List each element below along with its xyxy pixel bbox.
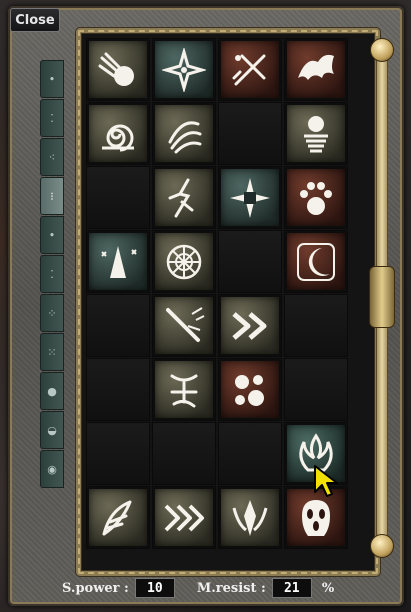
orb-spring-icon[interactable] [285,103,347,164]
skill-slot [218,422,282,485]
skill-slot[interactable] [284,38,348,101]
spower-label: S.power : [62,580,129,596]
skill-slot[interactable] [152,486,216,549]
skill-slot[interactable] [218,38,282,101]
fireball-icon[interactable] [87,39,149,100]
sidebar-tab-7[interactable]: ⁘ [40,294,64,332]
skill-slot[interactable] [218,358,282,421]
skill-slot[interactable] [218,294,282,357]
star-burst-icon[interactable] [219,167,281,228]
mouse-pointer-icon [314,465,338,497]
paw-print-icon[interactable] [285,167,347,228]
spower-value: 10 [134,578,175,598]
sidebar-tab-6[interactable]: ⁚ [40,255,64,293]
skill-slot [86,294,150,357]
sidebar-tab-2[interactable]: ⁚ [40,99,64,137]
skill-slot[interactable] [218,166,282,229]
skill-slot[interactable] [86,102,150,165]
skill-slot[interactable] [152,102,216,165]
skill-slot [152,422,216,485]
spear-strike-icon[interactable] [153,295,215,356]
skill-slot [284,294,348,357]
skill-slot [86,422,150,485]
triple-chevron-icon[interactable] [153,487,215,548]
sidebar-tab-11[interactable]: ◉ [40,450,64,488]
stats-bar: S.power : 10 M.resist : 21 % [62,575,334,601]
mresist-value: 21 [271,578,312,598]
sidebar-tab-5[interactable]: • [40,216,64,254]
skill-slot[interactable] [218,486,282,549]
scroll-down-button[interactable] [370,534,394,558]
sidebar-tab-9[interactable]: ● [40,372,64,410]
skill-slot[interactable] [284,102,348,165]
skill-slot[interactable] [152,358,216,421]
skill-slot[interactable] [152,230,216,293]
skill-slot[interactable] [86,486,150,549]
mage-sparkle-icon[interactable] [87,231,149,292]
skill-grid [86,38,350,558]
blade-emblem-icon[interactable] [219,487,281,548]
skill-slot[interactable] [284,166,348,229]
crescent-moon-icon[interactable] [285,231,347,292]
web-wheel-icon[interactable] [153,231,215,292]
lightning-root-icon[interactable] [153,167,215,228]
skill-slot [284,358,348,421]
bat-wing-icon[interactable] [285,39,347,100]
sidebar-tab-4[interactable]: ⁝ [40,177,64,215]
shuriken-icon[interactable] [153,39,215,100]
scroll-thumb[interactable] [369,266,395,328]
wind-feather-icon[interactable] [87,487,149,548]
rock-debris-icon[interactable] [219,359,281,420]
spiral-shell-icon[interactable] [87,103,149,164]
claw-swirl-icon[interactable] [153,103,215,164]
mresist-unit: % [321,580,335,596]
mresist-label: M.resist : [196,580,266,596]
skill-slot [218,230,282,293]
skill-slot[interactable] [284,230,348,293]
double-chevron-icon[interactable] [219,295,281,356]
skill-slot [86,358,150,421]
scroll-up-button[interactable] [370,38,394,62]
crossed-swords-icon[interactable] [219,39,281,100]
skill-slot [86,166,150,229]
sidebar-tab-1[interactable]: • [40,60,64,98]
skill-slot[interactable] [152,166,216,229]
sidebar-tab-8[interactable]: ⁙ [40,333,64,371]
skill-slot [218,102,282,165]
category-sidebar: • ⁚ ⁖ ⁝ • ⁚ ⁘ ⁙ ● ◒ ◉ [40,60,64,496]
scrollbar[interactable] [368,38,395,558]
skill-slot[interactable] [86,230,150,293]
close-button[interactable]: Close [10,8,60,32]
sidebar-tab-10[interactable]: ◒ [40,411,64,449]
rune-glyph-icon[interactable] [153,359,215,420]
sidebar-tab-3[interactable]: ⁖ [40,138,64,176]
skill-slot[interactable] [86,38,150,101]
skill-slot[interactable] [152,294,216,357]
skill-slot[interactable] [152,38,216,101]
